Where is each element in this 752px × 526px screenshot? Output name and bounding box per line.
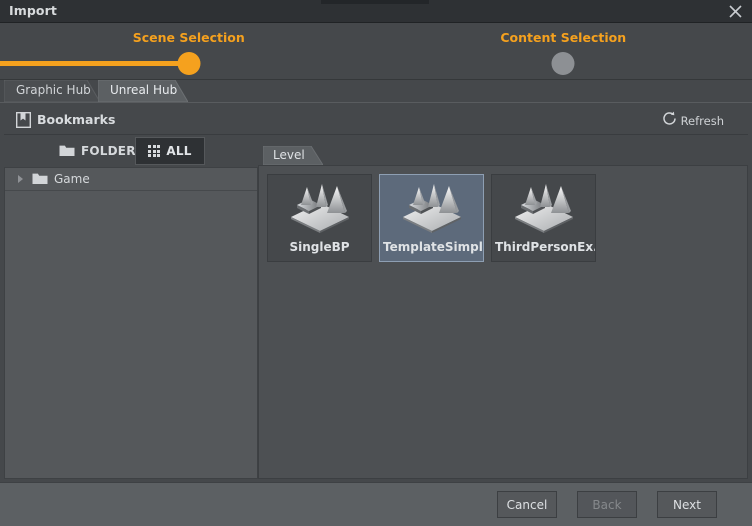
level-item[interactable]: TemplateSimple [379,174,484,262]
all-filter-button[interactable]: ALL [135,137,205,165]
window-title: Import [9,3,57,18]
close-icon[interactable] [724,2,746,20]
level-item-label: TemplateSimple [380,240,483,254]
folder-icon [59,142,75,161]
chevron-right-icon[interactable] [18,175,23,183]
tab-level[interactable]: Level [263,146,323,165]
bookmarks-tree: Game [4,167,258,479]
tree-item-game-label: Game [54,172,90,186]
step-label-content-selection: Content Selection [500,30,626,45]
level-item-thumbnail [380,181,483,233]
wizard-stepper: Scene Selection Content Selection [0,23,752,80]
import-dialog: Import Scene Selection Content Selection… [0,0,752,525]
folder-icon [32,170,48,189]
filter-toggle-row: FOLDER ALL [4,135,258,167]
tree-item-game[interactable]: Game [5,168,257,191]
title-bar-strip [321,0,429,4]
step-label-scene-selection: Scene Selection [133,30,245,45]
grid-icon [148,145,160,157]
tab-unreal-hub-label: Unreal Hub [110,83,177,97]
next-button[interactable]: Next [657,491,717,518]
bookmark-page-icon [16,112,31,132]
level-item-label: ThirdPersonEx... [492,240,595,254]
back-button[interactable]: Back [577,491,637,518]
dialog-body: Bookmarks Refresh [0,102,752,482]
bookmarks-bar: Bookmarks Refresh [4,107,748,135]
level-thumbnail-icon [287,181,353,233]
content-right-panel: Level [258,146,748,479]
dialog-footer: Cancel Back Next [0,482,752,526]
stepper-progress-track [0,61,189,66]
tab-unreal-hub[interactable]: Unreal Hub [98,80,188,102]
step-dot-scene-selection[interactable] [177,52,200,75]
level-thumbnail-icon [399,181,465,233]
bookmarks-label: Bookmarks [37,112,115,127]
level-items-grid: SingleBP [258,165,748,479]
cancel-button[interactable]: Cancel [497,491,557,518]
title-bar: Import [0,0,752,23]
refresh-label: Refresh [681,114,724,128]
level-thumbnail-icon [511,181,577,233]
refresh-icon [662,111,677,130]
tab-level-label: Level [273,148,305,162]
step-dot-content-selection[interactable] [552,52,575,75]
level-item-label: SingleBP [268,240,371,254]
refresh-button[interactable]: Refresh [662,111,724,130]
all-filter-label: ALL [166,144,191,158]
level-item[interactable]: SingleBP [267,174,372,262]
level-item-thumbnail [268,181,371,233]
hub-tab-bar: Graphic Hub Unreal Hub [0,80,752,102]
tab-graphic-hub-label: Graphic Hub [16,83,91,97]
tab-graphic-hub[interactable]: Graphic Hub [4,80,100,102]
folder-filter-label: FOLDER [81,144,136,158]
level-item[interactable]: ThirdPersonEx... [491,174,596,262]
folder-filter-button[interactable]: FOLDER [51,138,144,164]
bookmarks-left-panel: FOLDER ALL Game [4,135,258,479]
level-item-thumbnail [492,181,595,233]
